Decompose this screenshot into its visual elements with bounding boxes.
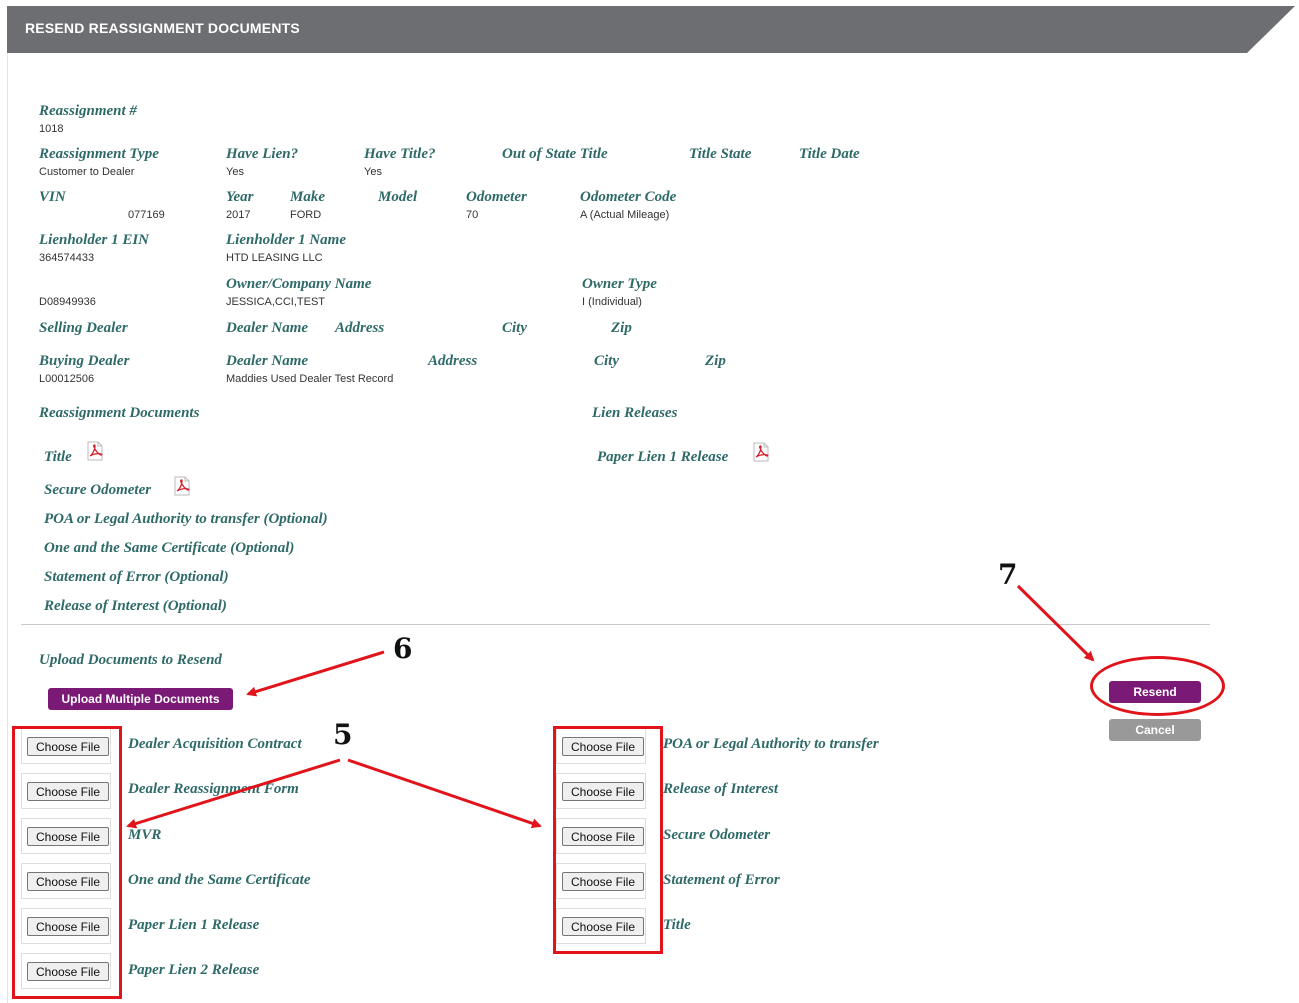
annotation-highlight-right	[553, 726, 663, 954]
doc-one-same-cert-label: One and the Same Certificate (Optional)	[44, 540, 295, 556]
reassignment-number-value: 1018	[39, 123, 64, 135]
lienholder1-name-label: Lienholder 1 Name	[226, 232, 346, 248]
section-divider	[21, 624, 1210, 625]
make-label: Make	[290, 189, 325, 205]
buying-dealer-zip-label: Zip	[705, 353, 726, 369]
buying-dealer-value: L00012506	[39, 373, 95, 385]
have-title-label: Have Title?	[364, 146, 436, 162]
have-lien-value: Yes	[226, 166, 244, 178]
lienholder1-ein-value: 364574433	[39, 252, 95, 264]
reassignment-type-label: Reassignment Type	[39, 146, 159, 162]
lien-release-1-label: Paper Lien 1 Release	[597, 449, 729, 465]
odometer-value: 70	[466, 209, 479, 221]
callout-6: 6	[393, 632, 413, 665]
reassignment-number-label: Reassignment #	[39, 103, 137, 119]
make-value: FORD	[290, 209, 322, 221]
out-of-state-title-label: Out of State Title	[502, 146, 608, 162]
model-label: Model	[378, 189, 418, 205]
pdf-icon[interactable]	[87, 441, 103, 461]
doc-title-label: Title	[44, 449, 72, 465]
owner-id-value: D08949936	[39, 296, 96, 308]
buying-dealer-address-label: Address	[428, 353, 478, 369]
vin-value: 077169	[128, 209, 165, 221]
reassignment-type-value: Customer to Dealer	[39, 166, 135, 178]
owner-company-name-label: Owner/Company Name	[226, 276, 372, 292]
annotation-highlight-resend	[1090, 656, 1225, 716]
odometer-code-label: Odometer Code	[580, 189, 677, 205]
upload-doc-label: Paper Lien 1 Release	[128, 917, 260, 933]
doc-poa-label: POA or Legal Authority to transfer (Opti…	[44, 511, 328, 527]
reassignment-documents-heading: Reassignment Documents	[39, 405, 200, 421]
odometer-code-value: A (Actual Mileage)	[580, 209, 670, 221]
upload-documents-heading: Upload Documents to Resend	[39, 652, 222, 668]
lienholder1-name-value: HTD LEASING LLC	[226, 252, 323, 264]
cancel-button[interactable]: Cancel	[1109, 719, 1201, 741]
callout-5: 5	[333, 718, 353, 751]
buying-dealer-label: Buying Dealer	[39, 353, 130, 369]
have-lien-label: Have Lien?	[226, 146, 299, 162]
lienholder1-ein-label: Lienholder 1 EIN	[39, 232, 150, 248]
selling-dealer-zip-label: Zip	[611, 320, 632, 336]
have-title-value: Yes	[364, 166, 382, 178]
doc-statement-error-label: Statement of Error (Optional)	[44, 569, 229, 585]
buying-dealer-name-label: Dealer Name	[226, 353, 309, 369]
title-state-label: Title State	[689, 146, 752, 162]
upload-doc-label: Statement of Error	[663, 872, 780, 888]
year-label: Year	[226, 189, 254, 205]
upload-doc-label: Title	[663, 917, 691, 933]
page-header: RESEND REASSIGNMENT DOCUMENTS	[7, 6, 1295, 53]
upload-doc-label: Paper Lien 2 Release	[128, 962, 260, 978]
upload-doc-label: POA or Legal Authority to transfer	[663, 736, 879, 752]
pdf-icon[interactable]	[753, 442, 769, 462]
owner-type-value: I (Individual)	[582, 296, 642, 308]
year-value: 2017	[226, 209, 251, 221]
selling-dealer-address-label: Address	[335, 320, 385, 336]
annotation-highlight-left	[12, 726, 122, 999]
upload-doc-label: Release of Interest	[663, 781, 778, 797]
upload-multiple-documents-button[interactable]: Upload Multiple Documents	[48, 688, 233, 710]
selling-dealer-name-label: Dealer Name	[226, 320, 309, 336]
doc-release-interest-label: Release of Interest (Optional)	[44, 598, 227, 614]
lien-releases-heading: Lien Releases	[592, 405, 678, 421]
pdf-icon[interactable]	[174, 476, 190, 496]
selling-dealer-city-label: City	[502, 320, 527, 336]
upload-doc-label: MVR	[128, 827, 162, 843]
page-title: RESEND REASSIGNMENT DOCUMENTS	[25, 20, 300, 36]
doc-secure-odometer-label: Secure Odometer	[44, 482, 152, 498]
title-date-label: Title Date	[799, 146, 860, 162]
buying-dealer-name-value: Maddies Used Dealer Test Record	[226, 373, 394, 385]
odometer-label: Odometer	[466, 189, 527, 205]
callout-7: 7	[998, 558, 1018, 591]
vin-label: VIN	[39, 189, 66, 205]
selling-dealer-label: Selling Dealer	[39, 320, 128, 336]
upload-doc-label: Dealer Acquisition Contract	[128, 736, 302, 752]
upload-doc-label: One and the Same Certificate	[128, 872, 311, 888]
owner-company-name-value: JESSICA,CCI,TEST	[226, 296, 326, 308]
upload-doc-label: Dealer Reassignment Form	[128, 781, 299, 797]
owner-type-label: Owner Type	[582, 276, 657, 292]
buying-dealer-city-label: City	[594, 353, 619, 369]
upload-doc-label: Secure Odometer	[663, 827, 771, 843]
